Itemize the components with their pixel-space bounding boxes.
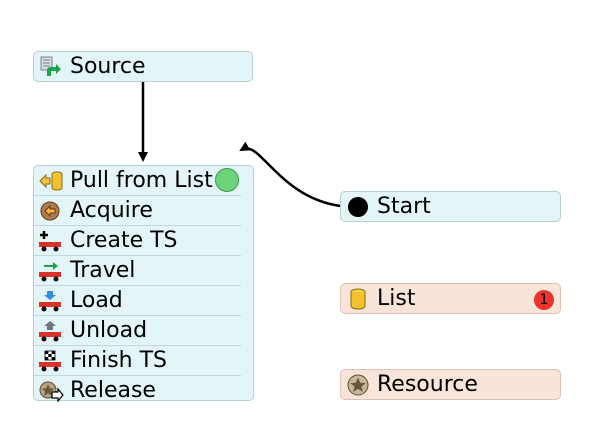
- activity-release[interactable]: Release: [34, 376, 253, 405]
- resource-row[interactable]: Resource: [341, 370, 560, 399]
- process-flow-canvas[interactable]: Source Pull from List Acquire Create TS …: [0, 0, 616, 444]
- activity-label: Unload: [70, 317, 148, 343]
- activity-label: Travel: [70, 257, 136, 283]
- start-dot-icon: [345, 196, 371, 218]
- start-label: Start: [377, 193, 431, 219]
- start-row[interactable]: Start: [341, 192, 560, 221]
- activity-travel[interactable]: Travel: [34, 256, 241, 286]
- pull-from-list-icon: [38, 170, 64, 192]
- activity-unload[interactable]: Unload: [34, 316, 241, 346]
- list-cylinder-icon: [345, 288, 371, 310]
- start-to-pull-connector[interactable]: [239, 141, 341, 208]
- activity-create-ts[interactable]: Create TS: [34, 226, 241, 256]
- list-label: List: [377, 285, 416, 311]
- start-block[interactable]: Start: [340, 191, 561, 222]
- list-row[interactable]: List: [341, 284, 560, 313]
- resource-shared-asset[interactable]: Resource: [340, 369, 561, 400]
- activity-pull-from-list[interactable]: Pull from List: [34, 166, 241, 196]
- activity-label: Acquire: [70, 197, 153, 223]
- list-count-badge: 1: [534, 290, 554, 310]
- activity-sequence-block[interactable]: Pull from List Acquire Create TS Travel …: [33, 165, 254, 402]
- acquire-icon: [38, 200, 64, 222]
- list-shared-asset[interactable]: List 1: [340, 283, 561, 314]
- resource-star-icon: [345, 374, 371, 396]
- activity-label: Release: [70, 377, 156, 403]
- resource-label: Resource: [377, 371, 478, 397]
- source-icon: [38, 56, 64, 78]
- active-indicator-dot: [215, 168, 239, 192]
- release-icon: [38, 380, 64, 402]
- source-label: Source: [70, 53, 146, 79]
- activity-label: Finish TS: [70, 347, 168, 373]
- finish-ts-icon: [38, 350, 64, 372]
- travel-icon: [38, 260, 64, 282]
- source-row[interactable]: Source: [34, 52, 252, 81]
- load-icon: [38, 290, 64, 312]
- activity-finish-ts[interactable]: Finish TS: [34, 346, 241, 376]
- source-block[interactable]: Source: [33, 51, 253, 82]
- activity-label: Load: [70, 287, 123, 313]
- activity-label: Create TS: [70, 227, 178, 253]
- create-ts-icon: [38, 230, 64, 252]
- activity-load[interactable]: Load: [34, 286, 241, 316]
- activity-label: Pull from List: [70, 167, 213, 193]
- activity-acquire[interactable]: Acquire: [34, 196, 241, 226]
- unload-icon: [38, 320, 64, 342]
